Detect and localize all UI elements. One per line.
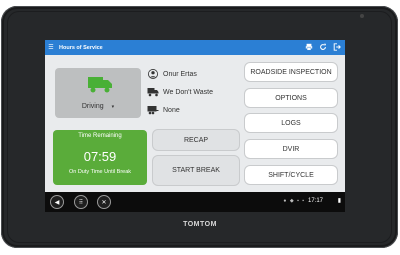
- start-break-button[interactable]: START BREAK: [153, 156, 239, 185]
- app-title: Hours of Service: [59, 44, 103, 51]
- time-remaining-card: Time Remaining 07:59 On Duty Time Until …: [53, 130, 147, 185]
- menu-icon[interactable]: ☰: [45, 44, 57, 51]
- driver-status-card[interactable]: Driving ▾: [55, 68, 141, 118]
- trailer-row: None: [147, 105, 180, 115]
- back-icon[interactable]: ◀: [50, 195, 64, 209]
- menu-item-roadside-inspection[interactable]: ROADSIDE INSPECTION: [245, 63, 337, 81]
- driver-name-row: Onur Ertas: [147, 69, 197, 79]
- logout-icon[interactable]: [333, 43, 341, 51]
- truck-small-icon: [147, 88, 159, 97]
- system-clock: 17:17: [307, 198, 323, 204]
- carrier-name: We Don't Waste: [163, 88, 213, 96]
- carrier-row: We Don't Waste: [147, 87, 213, 97]
- duty-status-dropdown[interactable]: Driving ▾: [55, 103, 141, 110]
- system-nav-bar: ◀ ⠿ ✕ ● ◆ ▪ ▪ 17:17 ▮: [45, 192, 345, 212]
- battery-icon: ▮: [337, 198, 341, 204]
- device-brand-logo: TOMTOM: [183, 221, 217, 228]
- time-remaining-label: Time Remaining: [78, 133, 122, 139]
- dropdown-arrow-icon: ▾: [111, 104, 115, 110]
- refresh-icon[interactable]: [319, 43, 327, 51]
- trailer-value: None: [163, 106, 180, 114]
- recap-button[interactable]: RECAP: [153, 130, 239, 150]
- apps-grid-icon[interactable]: ⠿: [74, 195, 88, 209]
- volume-mute-icon[interactable]: ✕: [97, 195, 111, 209]
- driver-name: Onur Ertas: [163, 70, 197, 78]
- app-header: ☰ Hours of Service: [45, 40, 345, 55]
- menu-item-dvir[interactable]: DVIR: [245, 140, 337, 158]
- notification-icons: ● ◆ ▪ ▪: [283, 198, 305, 204]
- user-icon: [148, 69, 158, 79]
- truck-icon: [88, 77, 112, 93]
- menu-item-logs[interactable]: LOGS: [245, 114, 337, 132]
- camera-dot: [360, 14, 364, 18]
- screen: ☰ Hours of Service Driving ▾ Onur Ertas W…: [45, 40, 345, 212]
- menu-item-options[interactable]: OPTIONS: [245, 89, 337, 107]
- time-remaining-sublabel: On Duty Time Until Break: [68, 169, 132, 175]
- duty-status-label: Driving: [81, 103, 104, 110]
- menu-item-shift-cycle[interactable]: SHIFT/CYCLE: [245, 166, 337, 184]
- trailer-icon: [147, 106, 159, 115]
- time-remaining-value: 07:59: [83, 149, 117, 164]
- print-icon[interactable]: [305, 43, 313, 51]
